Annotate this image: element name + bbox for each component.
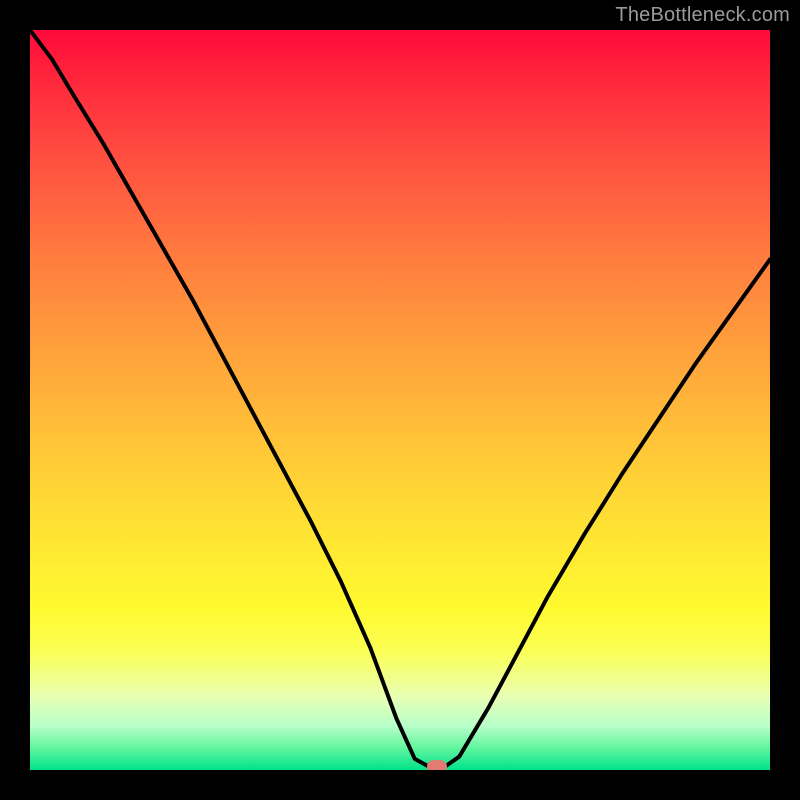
chart-frame: TheBottleneck.com: [0, 0, 800, 800]
bottleneck-curve: [30, 30, 770, 770]
optimum-marker: [427, 760, 447, 770]
watermark-text: TheBottleneck.com: [615, 4, 790, 27]
plot-area: [30, 30, 770, 770]
